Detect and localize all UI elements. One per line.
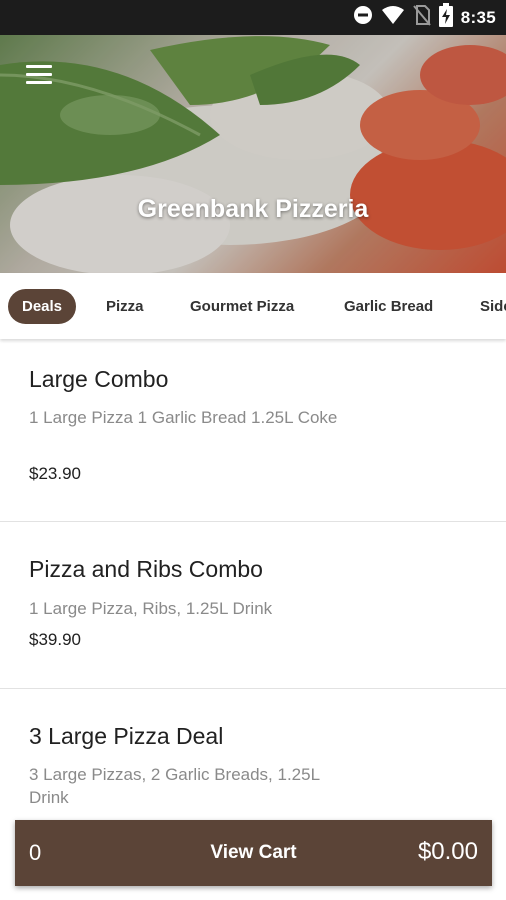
tab-side[interactable]: Side [466,289,506,324]
hero-overlay [0,35,506,273]
tab-deals[interactable]: Deals [8,289,77,324]
category-tabs: Deals Pizza Gourmet Pizza Garlic Bread S… [0,273,506,339]
do-not-disturb-icon [353,5,373,30]
cart-total: $0.00 [417,838,478,865]
restaurant-title: Greenbank Pizzeria [137,195,369,223]
item-name: Pizza and Ribs Combo [29,556,263,582]
no-sim-icon [413,4,431,31]
tab-pizza[interactable]: Pizza [92,289,158,324]
item-price: $39.90 [29,630,81,649]
menu-item-large-combo[interactable]: Large Combo 1 Large Pizza 1 Garlic Bread… [0,340,506,522]
item-description: 1 Large Pizza 1 Garlic Bread 1.25L Coke [29,408,338,427]
status-time: 8:35 [460,7,496,27]
menu-item-pizza-ribs-combo[interactable]: Pizza and Ribs Combo 1 Large Pizza, Ribs… [0,522,506,689]
status-bar: 8:35 [0,0,506,35]
status-icons: 8:35 [353,0,496,35]
wifi-icon [381,5,405,30]
battery-charging-icon [438,3,453,32]
item-price: $23.90 [29,464,81,483]
item-name: 3 Large Pizza Deal [29,723,224,749]
tab-gourmet-pizza[interactable]: Gourmet Pizza [176,289,308,324]
hero-banner: Greenbank Pizzeria [0,35,506,273]
hamburger-menu-icon[interactable] [24,62,56,86]
view-cart-button[interactable]: 0 View Cart $0.00 [15,820,492,886]
tab-garlic-bread[interactable]: Garlic Bread [330,289,447,324]
item-name: Large Combo [29,366,169,392]
item-description: 3 Large Pizzas, 2 Garlic Breads, 1.25L D… [29,765,320,807]
item-description: 1 Large Pizza, Ribs, 1.25L Drink [29,599,273,618]
